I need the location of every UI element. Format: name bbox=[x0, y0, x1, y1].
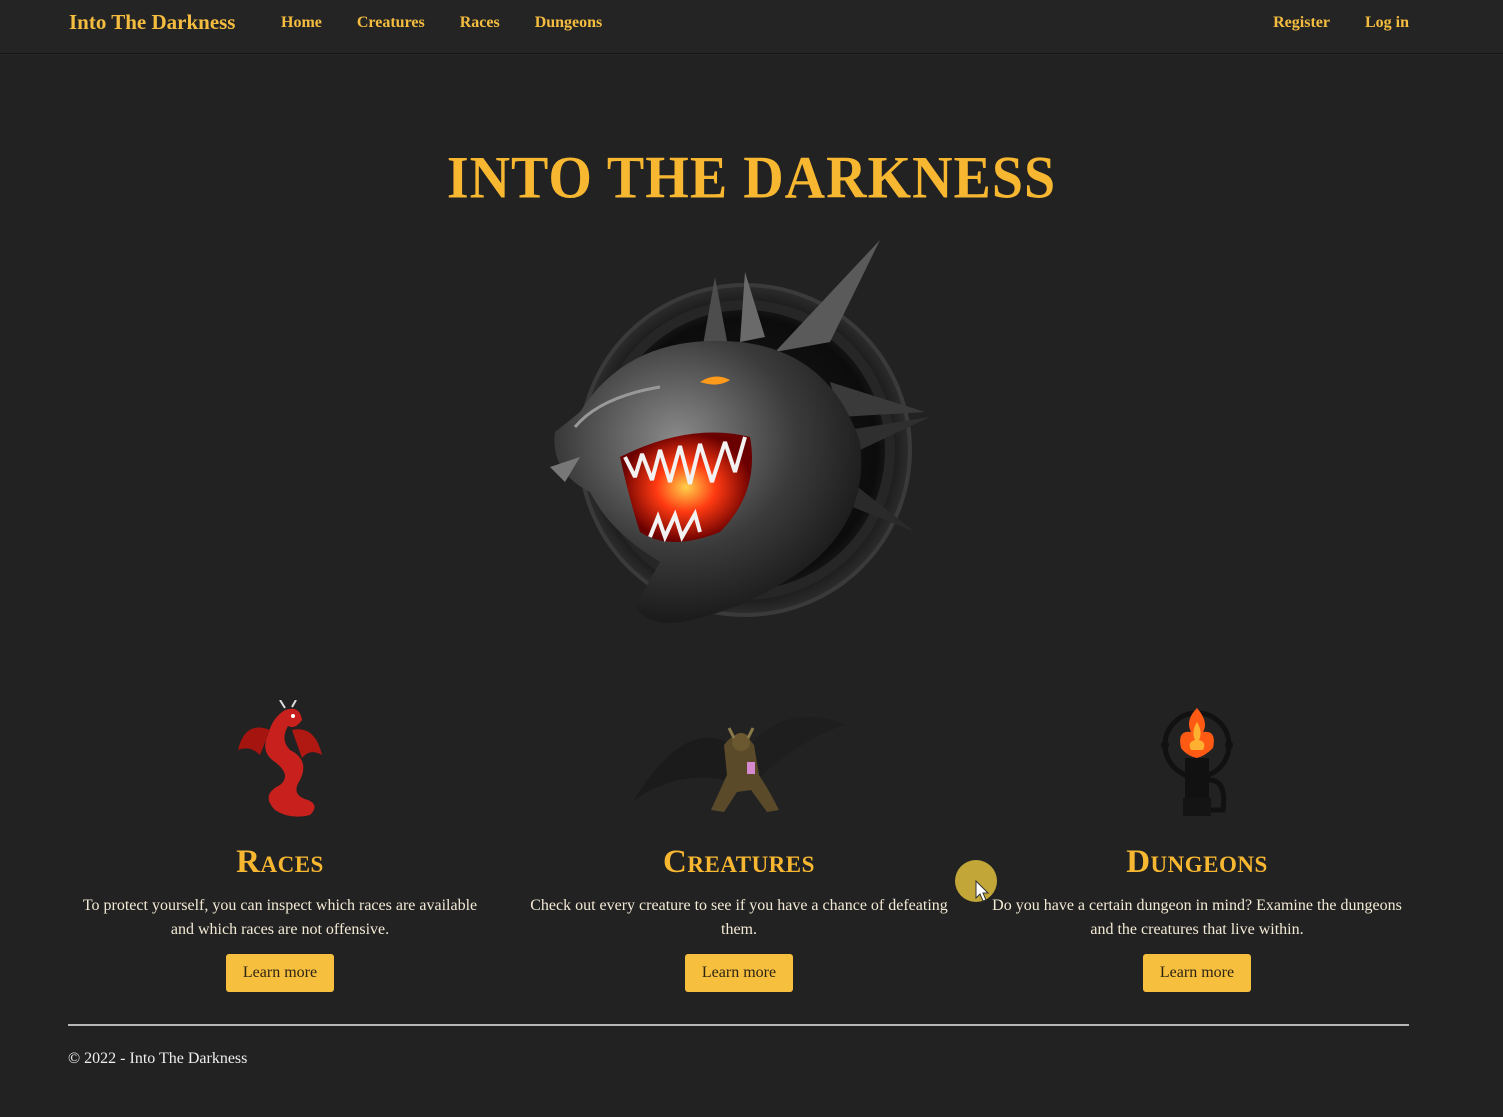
creatures-section: Creatures Check out every creature to se… bbox=[519, 700, 959, 992]
dungeons-section: Dungeons Do you have a certain dungeon i… bbox=[977, 700, 1417, 992]
nav-login[interactable]: Log in bbox=[1365, 14, 1409, 32]
footer-copyright: © 2022 - Into The Darkness bbox=[68, 1050, 248, 1067]
red-dragon-icon bbox=[238, 700, 322, 817]
creatures-description: Check out every creature to see if you h… bbox=[530, 897, 948, 938]
races-learn-more-button[interactable]: Learn more bbox=[226, 954, 334, 992]
hero-title: INTO THE DARKNESS bbox=[446, 144, 1057, 212]
dungeons-title: Dungeons bbox=[1126, 844, 1268, 880]
races-description: To protect yourself, you can inspect whi… bbox=[82, 897, 478, 938]
navbar: Into The Darkness Home Creatures Races D… bbox=[0, 0, 1503, 54]
nav-races[interactable]: Races bbox=[460, 14, 500, 32]
mouse-cursor-icon bbox=[975, 880, 989, 902]
creatures-title: Creatures bbox=[663, 844, 815, 880]
nav-home[interactable]: Home bbox=[281, 14, 322, 32]
nav-register[interactable]: Register bbox=[1273, 14, 1330, 32]
nav-dungeons[interactable]: Dungeons bbox=[535, 14, 603, 32]
brand-link[interactable]: Into The Darkness bbox=[69, 10, 235, 35]
races-section: Races To protect yourself, you can inspe… bbox=[60, 700, 500, 992]
dragon-head-icon bbox=[550, 240, 930, 623]
dungeons-description: Do you have a certain dungeon in mind? E… bbox=[992, 897, 1402, 938]
nav-creatures[interactable]: Creatures bbox=[357, 14, 425, 32]
flaming-dungeon-tower-icon bbox=[1161, 708, 1233, 816]
auth-links: Register Log in bbox=[1238, 14, 1409, 32]
races-title: Races bbox=[236, 844, 324, 880]
footer-divider bbox=[68, 1024, 1409, 1026]
winged-demon-icon bbox=[634, 716, 844, 812]
nav-links: Home Creatures Races Dungeons bbox=[281, 14, 637, 32]
dungeons-learn-more-button[interactable]: Learn more bbox=[1143, 954, 1251, 992]
creatures-learn-more-button[interactable]: Learn more bbox=[685, 954, 793, 992]
